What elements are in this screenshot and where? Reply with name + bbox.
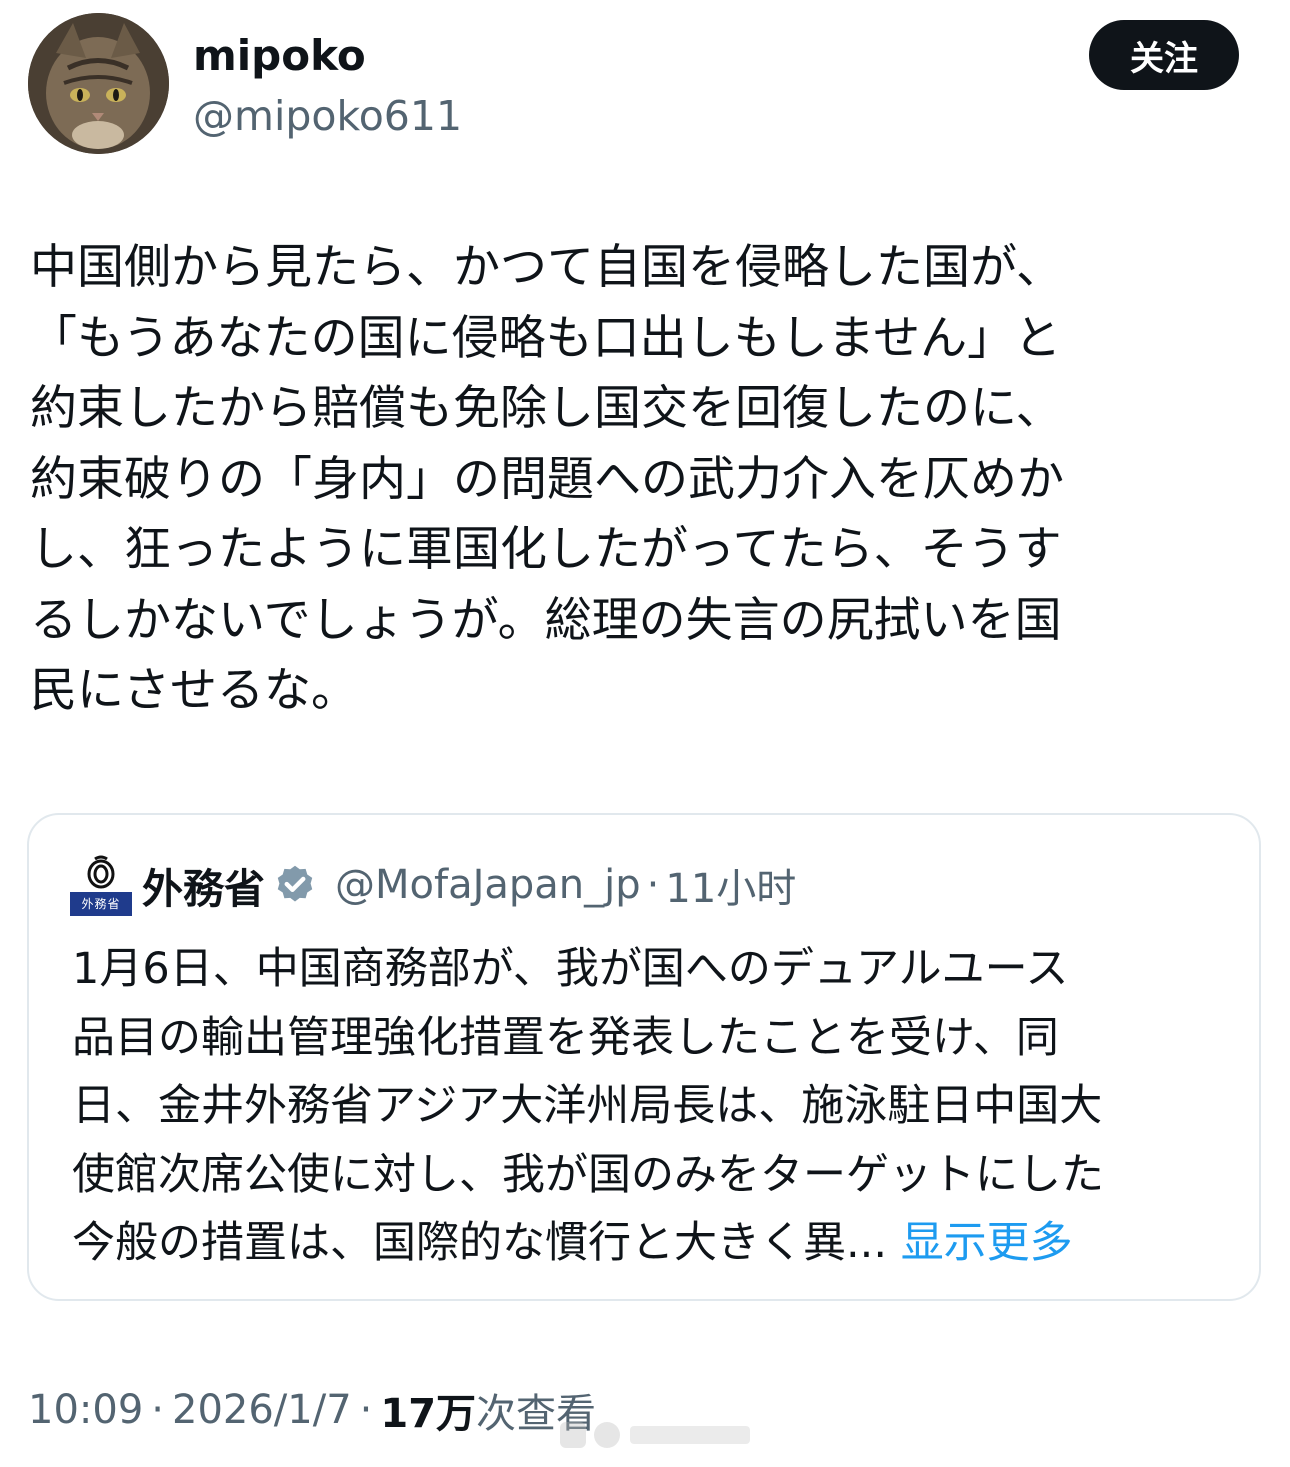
quoted-tweet-time[interactable]: 11小时	[665, 856, 796, 914]
watermark-icon	[560, 1422, 750, 1448]
quoted-text-line: 日、金井外務省アジア大洋州局長は、施泳駐日中国大	[72, 1081, 1103, 1131]
separator-dot: ·	[359, 1387, 373, 1433]
quoted-text-line-last: 今般の措置は、国際的な慣行と大きく異... 显示更多	[72, 1209, 1242, 1278]
quoted-text-line: 品目の輸出管理強化措置を発表したことを受け、同	[72, 1012, 1059, 1063]
tweet-text-line: 民にさせるな。	[30, 663, 359, 718]
author-display-name[interactable]: mipoko	[193, 30, 366, 82]
tweet-text-line: し、狂ったように軍国化したがってたら、そうす	[30, 522, 1062, 577]
tweet-text-line: 「もうあなたの国に侵略も口出しもしません」と	[30, 310, 1062, 366]
quoted-tweet-card[interactable]: 外務省 外務省 @MofaJapan_jp · 11小时 1月6日、中国商務部が…	[27, 813, 1261, 1301]
show-more-link[interactable]: 显示更多	[901, 1218, 1073, 1268]
views-count: 17万	[380, 1391, 477, 1437]
tweet-text-line: るしかないでしょうが。総理の失言の尻拭いを国	[30, 592, 1062, 648]
cat-avatar-icon	[28, 13, 169, 154]
quoted-tweet-header: 外務省 @MofaJapan_jp · 11小时	[142, 855, 796, 915]
quoted-author-name[interactable]: 外務省	[142, 855, 265, 915]
tweet-meta: 10:09 · 2026/1/7 · 17万 次查看	[28, 1384, 596, 1437]
tweet-text-line: 中国側から見たら、かつて自国を侵略した国が、	[30, 240, 1064, 295]
tweet-text: 中国側から見たら、かつて自国を侵略した国が、 「もうあなたの国に侵略も口出しもし…	[30, 233, 1245, 727]
quoted-text-line: 使館次席公使に対し、我が国のみをターゲットにした	[72, 1149, 1104, 1200]
tweet-text-line: 約束破りの「身内」の問題への武力介入を仄めか	[30, 451, 1064, 507]
tweet-time[interactable]: 10:09	[28, 1387, 143, 1433]
quoted-tweet-text: 1月6日、中国商務部が、我が国へのデュアルユース 品目の輸出管理強化措置を発表し…	[72, 935, 1242, 1278]
separator-dot: ·	[646, 862, 660, 908]
mofa-emblem-icon	[87, 855, 115, 889]
mofa-logo-label: 外務省	[70, 892, 132, 916]
separator-dot: ·	[151, 1387, 164, 1433]
tweet-date[interactable]: 2026/1/7	[172, 1387, 352, 1433]
follow-button[interactable]: 关注	[1089, 20, 1239, 90]
verified-badge-icon	[277, 865, 313, 902]
quoted-author-handle[interactable]: @MofaJapan_jp	[335, 862, 641, 908]
mofa-logo[interactable]: 外務省	[70, 855, 132, 917]
tweet-text-line: 約束したから賠償も免除し国交を回復したのに、	[30, 381, 1063, 436]
author-avatar[interactable]	[28, 13, 169, 154]
author-handle[interactable]: @mipoko611	[193, 90, 462, 142]
quoted-text-line: 1月6日、中国商務部が、我が国へのデュアルユース	[72, 944, 1069, 994]
quoted-text-truncated: 今般の措置は、国際的な慣行と大きく異...	[72, 1218, 888, 1268]
